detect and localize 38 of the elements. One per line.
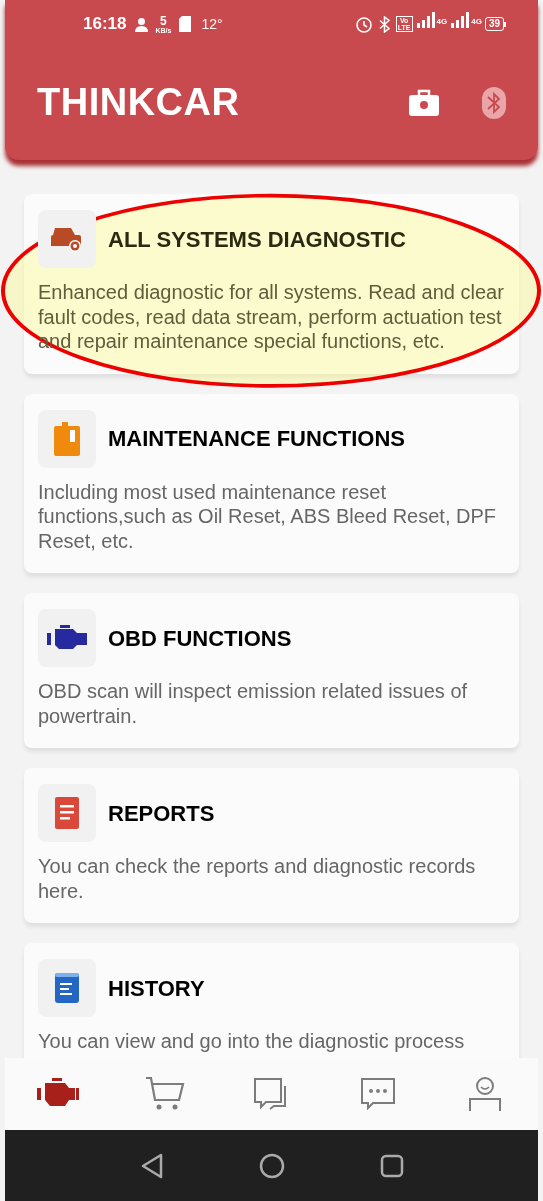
document-icon — [53, 797, 81, 829]
app-logo-text: THINKCAR — [37, 80, 240, 125]
speed-value: 5 — [160, 14, 167, 27]
sim-card-icon — [179, 16, 192, 32]
signal-icon — [451, 12, 472, 28]
network-type-text: 4G — [436, 16, 448, 28]
recents-icon[interactable] — [379, 1153, 404, 1178]
card-description: Including most used maintenance reset functions,such as Oil Reset, ABS Bleed Reset, DPF Reset, etc. — [38, 479, 497, 553]
card-description: You can check the reports and diagnostic records here. — [38, 854, 477, 903]
toolbox-icon[interactable] — [408, 88, 440, 117]
card-title: ALL SYSTEMS DIAGNOSTIC — [108, 225, 406, 254]
bluetooth-icon[interactable] — [482, 86, 506, 119]
status-time: 16:18 — [83, 13, 127, 36]
engine-icon — [47, 625, 87, 651]
card-title: OBD FUNCTIONS — [108, 624, 292, 653]
back-icon[interactable] — [139, 1152, 164, 1179]
cart-icon[interactable] — [144, 1076, 185, 1112]
card-title: REPORTS — [108, 799, 215, 828]
profile-icon[interactable] — [468, 1077, 501, 1111]
network-type-text: 4G — [471, 16, 482, 28]
function-card[interactable]: OBD FUNCTIONS OBD scan will inspect emission related issues of powertrain. — [24, 593, 519, 748]
temperature-text: 12° — [201, 14, 223, 34]
message-icon[interactable] — [361, 1078, 396, 1110]
book-icon — [54, 973, 80, 1003]
alarm-icon — [354, 15, 373, 33]
home-icon[interactable] — [258, 1152, 285, 1179]
function-card[interactable]: HISTORY You can view and go into the diagnostic process — [24, 943, 519, 1058]
oil-can-icon — [54, 421, 80, 456]
bluetooth-icon — [378, 15, 390, 33]
card-description: OBD scan will inspect emission related issues of powertrain. — [38, 679, 469, 728]
function-card[interactable]: MAINTENANCE FUNCTIONS Including most used maintenance reset functions,such as Oil Reset, ABS Bleed Reset, DPF Reset, etc. — [24, 393, 519, 573]
card-title: HISTORY — [108, 974, 205, 1003]
person-icon — [134, 16, 150, 32]
card-title: MAINTENANCE FUNCTIONS — [108, 425, 405, 453]
signal-icon — [416, 12, 437, 28]
chat-bubbles-icon[interactable] — [254, 1078, 289, 1110]
card-description: You can view and go into the diagnostic process — [38, 1029, 466, 1054]
function-card[interactable]: REPORTS You can check the reports and diagnostic records here. — [24, 768, 519, 923]
